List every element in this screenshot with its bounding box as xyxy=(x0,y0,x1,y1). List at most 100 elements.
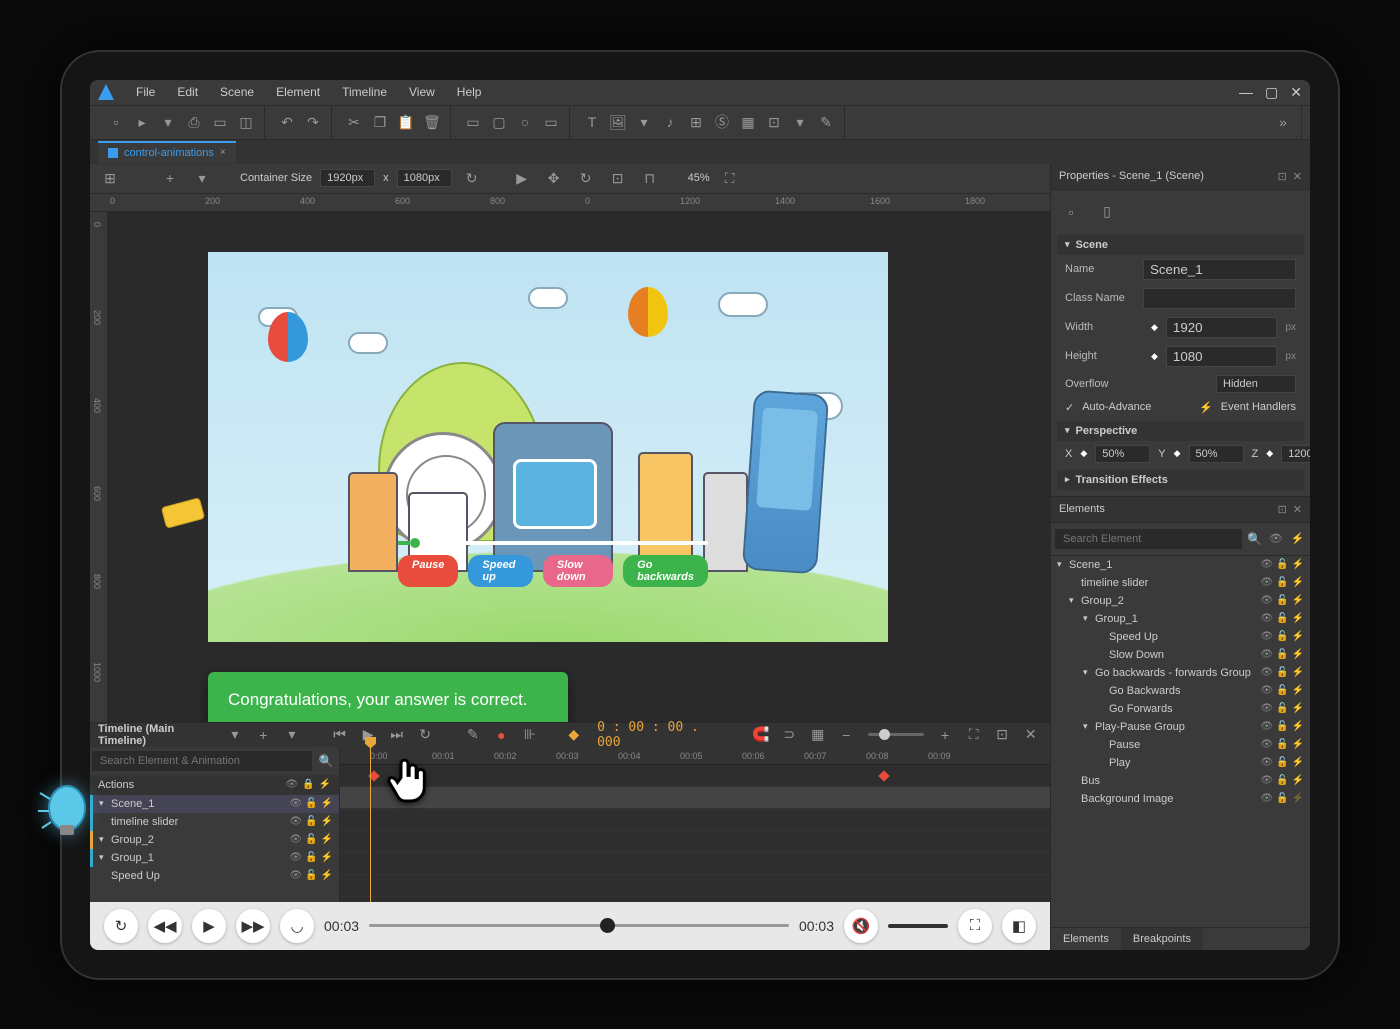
div-icon[interactable]: ▭ xyxy=(461,110,485,134)
element-item[interactable]: timeline slider👁🔓⚡ xyxy=(1051,574,1310,592)
element-item[interactable]: ▾Go backwards - forwards Group👁🔓⚡ xyxy=(1051,664,1310,682)
transition-section[interactable]: ▸Transition Effects xyxy=(1057,470,1304,490)
gobackwards-button[interactable]: Go backwards xyxy=(623,555,708,587)
pause-button[interactable]: Pause xyxy=(398,555,458,587)
element-item[interactable]: ▾Scene_1👁🔓⚡ xyxy=(1051,556,1310,574)
timeline-slider[interactable] xyxy=(398,541,708,545)
bolt-icon[interactable]: ⚡ xyxy=(319,779,331,790)
text-icon[interactable]: T xyxy=(580,110,604,134)
redo-icon[interactable]: ↷ xyxy=(301,110,325,134)
class-input[interactable] xyxy=(1143,288,1296,309)
element-item[interactable]: Play👁🔓⚡ xyxy=(1051,754,1310,772)
goto-start-icon[interactable]: ⏮ xyxy=(328,723,351,747)
timeline-row[interactable]: ▾Group_1👁🔓⚡ xyxy=(90,849,339,867)
timeline-track[interactable] xyxy=(340,809,1050,831)
timeline-row[interactable]: ▾Scene_1👁🔓⚡ xyxy=(90,795,339,813)
tab-close-icon[interactable]: × xyxy=(220,147,226,158)
maximize-icon[interactable]: ▢ xyxy=(1265,84,1278,101)
misc-icon[interactable]: ⊡ xyxy=(762,110,786,134)
layout-icon[interactable]: ⊞ xyxy=(98,166,122,190)
new-icon[interactable]: ▫ xyxy=(104,110,128,134)
tab-breakpoints[interactable]: Breakpoints xyxy=(1121,928,1203,950)
element-item[interactable]: Go Backwards👁🔓⚡ xyxy=(1051,682,1310,700)
timeline-track[interactable] xyxy=(340,787,1050,809)
element-item[interactable]: ▾Group_1👁🔓⚡ xyxy=(1051,610,1310,628)
close-icon[interactable]: ✕ xyxy=(1293,170,1302,183)
expand-icon[interactable]: ⊡ xyxy=(991,723,1014,747)
fit-icon[interactable]: ⛶ xyxy=(718,166,742,190)
element-item[interactable]: Bus👁🔓⚡ xyxy=(1051,772,1310,790)
eye-icon[interactable]: 👁 xyxy=(1267,527,1284,551)
chev-icon[interactable]: ▾ xyxy=(190,166,214,190)
preview-icon[interactable]: ▭ xyxy=(208,110,232,134)
slowdown-button[interactable]: Slow down xyxy=(543,555,613,587)
dropdown-icon[interactable]: ▾ xyxy=(632,110,656,134)
video-icon[interactable]: ⊞ xyxy=(684,110,708,134)
autokey-icon[interactable]: ⊪ xyxy=(519,723,542,747)
audio-icon[interactable]: ♪ xyxy=(658,110,682,134)
ease-icon[interactable]: ⊃ xyxy=(778,723,801,747)
playhead[interactable] xyxy=(370,747,371,902)
cursor-icon[interactable]: ▶ xyxy=(510,166,534,190)
ellipse-icon[interactable]: ○ xyxy=(513,110,537,134)
timeline-track[interactable] xyxy=(340,875,1050,897)
delete-icon[interactable]: 🗑 xyxy=(420,110,444,134)
player-track[interactable] xyxy=(369,924,789,927)
more-icon[interactable]: ▾ xyxy=(788,110,812,134)
timeline-row[interactable]: timeline slider👁🔓⚡ xyxy=(90,813,339,831)
scene-section[interactable]: ▾Scene xyxy=(1057,235,1304,255)
menu-help[interactable]: Help xyxy=(447,82,492,102)
snap-icon[interactable]: ⊓ xyxy=(638,166,662,190)
save-icon[interactable]: ▾ xyxy=(156,110,180,134)
layout-button[interactable]: ◧ xyxy=(1002,909,1036,943)
symbol-icon[interactable]: Ⓢ xyxy=(710,110,734,134)
keyframe-icon[interactable]: ◆ xyxy=(563,723,586,747)
timeline-row[interactable]: Speed Up👁🔓⚡ xyxy=(90,867,339,885)
refresh-icon[interactable]: ↻ xyxy=(460,166,484,190)
element-item[interactable]: Pause👁🔓⚡ xyxy=(1051,736,1310,754)
menu-view[interactable]: View xyxy=(399,82,445,102)
cut-icon[interactable]: ✂ xyxy=(342,110,366,134)
volume-slider[interactable] xyxy=(888,924,948,928)
chev-icon[interactable]: ▾ xyxy=(281,723,304,747)
speed-button[interactable]: ◡ xyxy=(280,909,314,943)
viewport[interactable]: Pause Speed up Slow down Go backwards Co… xyxy=(108,212,1050,722)
paste-icon[interactable]: 📋 xyxy=(394,110,418,134)
magnet-icon[interactable]: 🧲 xyxy=(749,723,772,747)
brush-icon[interactable]: ✎ xyxy=(814,110,838,134)
restore-icon[interactable]: ⊡ xyxy=(1278,170,1287,183)
width-input[interactable] xyxy=(320,169,375,187)
add-icon[interactable]: + xyxy=(158,166,182,190)
goto-end-icon[interactable]: ⏭ xyxy=(385,723,408,747)
close-icon[interactable]: ✕ xyxy=(1019,723,1042,747)
rotate-icon[interactable]: ↻ xyxy=(574,166,598,190)
loop-button[interactable]: ↻ xyxy=(104,909,138,943)
element-item[interactable]: Slow Down👁🔓⚡ xyxy=(1051,646,1310,664)
element-item[interactable]: Speed Up👁🔓⚡ xyxy=(1051,628,1310,646)
x-input[interactable]: 50% xyxy=(1095,445,1150,463)
menu-edit[interactable]: Edit xyxy=(167,82,208,102)
autoadvance-checkbox[interactable]: Auto-Advance xyxy=(1082,401,1151,413)
element-item[interactable]: ▾Group_2👁🔓⚡ xyxy=(1051,592,1310,610)
fullscreen-button[interactable]: ⛶ xyxy=(958,909,992,943)
minimize-icon[interactable]: — xyxy=(1239,84,1253,101)
timeline-row[interactable]: ▾Group_2👁🔓⚡ xyxy=(90,831,339,849)
export-icon[interactable]: ⎙ xyxy=(182,110,206,134)
timeline-track[interactable] xyxy=(340,853,1050,875)
menu-element[interactable]: Element xyxy=(266,82,330,102)
add-icon[interactable]: + xyxy=(252,723,275,747)
zoom-slider[interactable] xyxy=(868,733,924,736)
embed-icon[interactable]: ▦ xyxy=(736,110,760,134)
chev-icon[interactable]: ▾ xyxy=(224,723,247,747)
restore-icon[interactable]: ⊡ xyxy=(1278,503,1287,516)
timeline-ruler[interactable]: 0:0000:0100:0200:0300:0400:0500:0600:070… xyxy=(340,747,1050,765)
zoomout-icon[interactable]: − xyxy=(835,723,858,747)
element-item[interactable]: Go Forwards👁🔓⚡ xyxy=(1051,700,1310,718)
event-handlers-link[interactable]: Event Handlers xyxy=(1221,401,1296,413)
menu-scene[interactable]: Scene xyxy=(210,82,264,102)
name-input[interactable] xyxy=(1143,259,1296,280)
perspective-section[interactable]: ▾Perspective xyxy=(1057,421,1304,441)
height-input[interactable] xyxy=(397,169,452,187)
fit-icon[interactable]: ⛶ xyxy=(962,723,985,747)
open-icon[interactable]: ▸ xyxy=(130,110,154,134)
